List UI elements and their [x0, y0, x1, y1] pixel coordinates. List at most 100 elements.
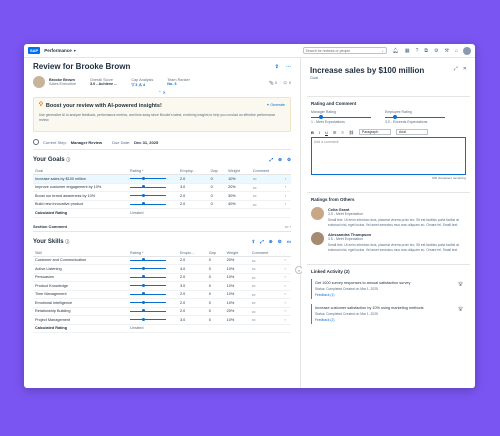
share-icon[interactable]: ⇪: [252, 239, 256, 245]
font-dropdown[interactable]: Arial: [395, 129, 428, 135]
employee-rating: 2.0: [178, 256, 207, 265]
comment-icon[interactable]: ▭ ›: [285, 224, 291, 229]
activity-item[interactable]: Increase customer satisfaction by 10% us…: [311, 304, 466, 325]
rating-slider[interactable]: [130, 185, 166, 189]
chevron-right-icon[interactable]: ›: [282, 191, 291, 201]
comment-icon[interactable]: ▭: [249, 256, 283, 265]
table-row[interactable]: Emotional Intelligence 2.0 0 10% ▭ ›: [33, 298, 291, 308]
comment-icon[interactable]: ▭: [249, 290, 283, 299]
search-icon[interactable]: ⌕: [382, 49, 384, 53]
help-icon[interactable]: ?: [416, 48, 419, 54]
gear-icon[interactable]: ⚙: [434, 48, 438, 54]
comment-textarea[interactable]: Add a comment: [311, 137, 466, 175]
table-row[interactable]: Boost our brand awareness by 10% 2.0 0 3…: [33, 191, 291, 201]
chevron-down-icon[interactable]: ▾: [74, 48, 76, 53]
rating-slider[interactable]: [130, 275, 166, 279]
table-row[interactable]: Time Management 2.0 0 10% ▭ ›: [33, 290, 291, 299]
chevron-right-icon[interactable]: ›: [282, 290, 291, 299]
chevron-right-icon[interactable]: ›: [282, 307, 291, 316]
activity-item[interactable]: Get 1000 survey responses to annual sati…: [311, 279, 466, 300]
more-icon[interactable]: ⋯: [286, 64, 291, 70]
table-row[interactable]: Increase sales by $100 million 2.0 0 10%…: [33, 174, 291, 184]
home-icon[interactable]: ⌂: [455, 48, 458, 54]
table-row[interactable]: Product Knowledge 3.0 0 10% ▭ ›: [33, 281, 291, 291]
table-row[interactable]: Persuasion 2.0 0 10% ▭ ›: [33, 273, 291, 282]
share-icon[interactable]: ⇪: [275, 64, 279, 70]
layers-icon[interactable]: ⧉: [424, 48, 428, 54]
add-icon[interactable]: ⊕: [269, 239, 273, 245]
chevron-right-icon[interactable]: ›: [282, 273, 291, 282]
rating-slider[interactable]: [130, 300, 166, 304]
generate-button[interactable]: ✦ Generate: [267, 103, 286, 107]
sap-logo[interactable]: SAP: [28, 47, 41, 54]
info-icon[interactable]: ⓘ: [66, 157, 70, 162]
table-row[interactable]: Relationship Building 2.0 0 20% ▭ ›: [33, 307, 291, 316]
table-row[interactable]: Active Listening 4.0 0 10% ▭ ›: [33, 264, 291, 274]
numbered-list-icon[interactable]: ≡: [342, 130, 344, 135]
chevron-right-icon[interactable]: ›: [282, 183, 291, 192]
rating-slider[interactable]: [130, 193, 166, 197]
app-title[interactable]: Performance: [44, 48, 72, 53]
table-row[interactable]: Project Management 3.0 0 10% ▭ ›: [33, 315, 291, 325]
chevron-right-icon[interactable]: ›: [282, 298, 291, 308]
info-icon[interactable]: ⓘ: [65, 239, 69, 244]
bold-icon[interactable]: B: [311, 130, 314, 135]
paragraph-dropdown[interactable]: Paragraph: [358, 129, 391, 135]
grid-icon[interactable]: ▦: [405, 48, 410, 54]
comment-icon[interactable]: ▭: [249, 307, 283, 316]
chevron-right-icon[interactable]: ›: [282, 200, 291, 209]
comment-icon[interactable]: ▭: [249, 281, 283, 291]
comment-icon[interactable]: ▭: [249, 264, 283, 274]
settings-icon[interactable]: ⚙: [278, 239, 282, 245]
comment-icon[interactable]: ▭: [249, 298, 283, 308]
add-icon[interactable]: ⊕: [278, 157, 282, 163]
bullet-list-icon[interactable]: ☰: [333, 130, 337, 135]
chevron-right-icon[interactable]: ›: [282, 315, 291, 325]
cap-analysis-value[interactable]: ▽ 3 ⚠ 4: [131, 82, 153, 87]
chevron-right-icon[interactable]: ›: [282, 281, 291, 291]
table-row[interactable]: Customer and Communication 2.0 0 20% ▭ ›: [33, 256, 291, 265]
comment-icon[interactable]: ▭: [287, 239, 291, 245]
comment-icon[interactable]: ▭: [249, 273, 283, 282]
table-row[interactable]: Build new innovative product 2.0 0 40% ▭…: [33, 200, 291, 209]
collapse-header-button[interactable]: ⌃ ✕: [33, 90, 291, 95]
section-comment[interactable]: Section Comment ▭ ›: [33, 222, 291, 232]
user-avatar[interactable]: [463, 46, 471, 55]
manager-rating[interactable]: Manager Rating 1 - Meet Expectations: [311, 110, 371, 124]
rating-slider[interactable]: [130, 202, 166, 206]
close-icon[interactable]: ✕: [463, 66, 467, 75]
comment-icon[interactable]: 💬︎ 0: [283, 80, 291, 85]
link-icon[interactable]: ⛓: [349, 130, 354, 135]
comment-count: 0: [288, 80, 291, 85]
expand-icon[interactable]: ⤢: [270, 157, 274, 163]
rating-slider[interactable]: [130, 176, 166, 180]
rating-slider[interactable]: [130, 283, 166, 287]
rating-slider[interactable]: [130, 292, 166, 296]
rating-slider[interactable]: [130, 266, 166, 270]
team-ranker-value[interactable]: No. 3: [167, 82, 190, 86]
comment-icon[interactable]: ▭: [250, 174, 283, 184]
expand-icon[interactable]: ⤢: [260, 239, 264, 245]
settings-icon[interactable]: ⚙: [287, 157, 291, 163]
comment-icon[interactable]: ▭: [250, 200, 283, 209]
search-input[interactable]: Search for reviews or people ⌕: [302, 47, 387, 54]
comment-icon[interactable]: ▭: [249, 315, 283, 325]
chevron-right-icon[interactable]: ›: [282, 264, 291, 274]
chevron-right-icon[interactable]: ›: [282, 256, 291, 265]
feedback-link[interactable]: Feedback (2): [315, 318, 463, 322]
tools-icon[interactable]: ⚒: [444, 48, 448, 54]
underline-icon[interactable]: U: [325, 130, 328, 135]
comment-icon[interactable]: ▭: [250, 183, 283, 192]
bell-icon[interactable]: 🔔︎: [393, 48, 399, 54]
italic-icon[interactable]: I: [319, 130, 320, 135]
attachment-icon[interactable]: 📎︎ 0: [269, 80, 277, 85]
fullscreen-icon[interactable]: ⤢: [454, 66, 458, 75]
feedback-link[interactable]: Feedback (1): [315, 293, 463, 297]
chevron-right-icon[interactable]: ›: [282, 174, 291, 184]
table-row[interactable]: Improve customer engagement by 10% 3.0 0…: [33, 183, 291, 192]
rating-slider[interactable]: [130, 309, 166, 313]
manager-rating-slider[interactable]: [311, 115, 371, 119]
comment-icon[interactable]: ▭: [250, 191, 283, 201]
rating-slider[interactable]: [130, 258, 166, 262]
rating-slider[interactable]: [130, 317, 166, 321]
